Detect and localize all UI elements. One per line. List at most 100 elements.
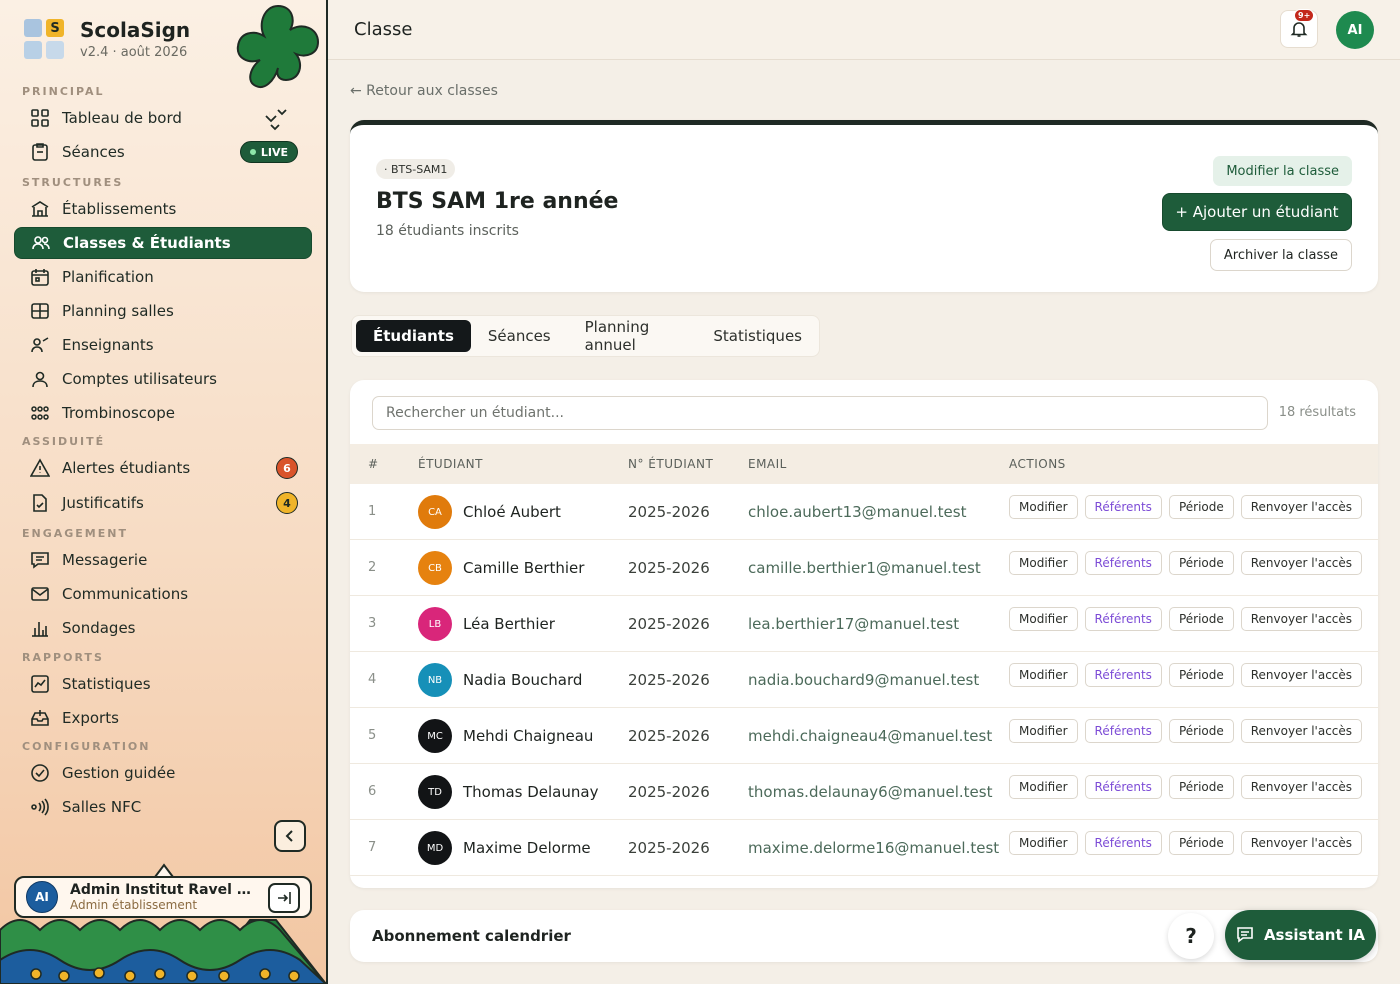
student-name[interactable]: Léa Berthier bbox=[463, 615, 555, 633]
nav-statistiques[interactable]: Statistiques bbox=[14, 668, 312, 700]
student-name[interactable]: Maxime Delorme bbox=[463, 839, 591, 857]
referents-button[interactable]: Référents bbox=[1084, 831, 1162, 855]
nav-salles-nfc[interactable]: Salles NFC bbox=[14, 791, 312, 823]
edit-student-button[interactable]: Modifier bbox=[1009, 719, 1078, 743]
table-row: 2 CB Camille Berthier 2025-2026 camille.… bbox=[350, 540, 1378, 596]
col-number: # bbox=[368, 457, 379, 471]
period-button[interactable]: Période bbox=[1168, 663, 1234, 687]
tab-etudiants[interactable]: Étudiants bbox=[356, 320, 471, 352]
notification-count-badge: 9+ bbox=[1294, 9, 1315, 22]
back-to-classes-link[interactable]: ← Retour aux classes bbox=[350, 83, 498, 99]
row-actions: Modifier Référents Période Renvoyer l'ac… bbox=[1009, 775, 1369, 799]
period-button[interactable]: Période bbox=[1168, 775, 1234, 799]
resend-access-button[interactable]: Renvoyer l'accès bbox=[1240, 663, 1363, 687]
building-icon bbox=[30, 199, 50, 219]
tab-planning-annuel[interactable]: Planning annuel bbox=[568, 318, 697, 354]
nav-messagerie[interactable]: Messagerie bbox=[14, 544, 312, 576]
nav-justificatifs[interactable]: Justificatifs 4 bbox=[14, 487, 312, 519]
period-button[interactable]: Période bbox=[1168, 831, 1234, 855]
period-button[interactable]: Période bbox=[1168, 551, 1234, 575]
class-code-badge: · BTS-SAM1 bbox=[376, 159, 456, 179]
alert-count-badge: 6 bbox=[276, 457, 298, 479]
col-student[interactable]: ÉTUDIANT bbox=[418, 457, 483, 471]
nav-label: Communications bbox=[62, 585, 189, 603]
student-name[interactable]: Camille Berthier bbox=[463, 559, 584, 577]
referents-button[interactable]: Référents bbox=[1084, 495, 1162, 519]
nav-comptes-utilisateurs[interactable]: Comptes utilisateurs bbox=[14, 363, 312, 395]
nav-classes-etudiants[interactable]: Classes & Étudiants bbox=[14, 227, 312, 259]
period-button[interactable]: Période bbox=[1168, 719, 1234, 743]
nav-alertes-etudiants[interactable]: Alertes étudiants 6 bbox=[14, 452, 312, 484]
nav-label: Messagerie bbox=[62, 551, 148, 569]
row-number: 4 bbox=[368, 672, 377, 687]
sidebar-divider bbox=[326, 0, 328, 984]
resend-access-button[interactable]: Renvoyer l'accès bbox=[1240, 495, 1363, 519]
resend-access-button[interactable]: Renvoyer l'accès bbox=[1240, 831, 1363, 855]
nav-etablissements[interactable]: Établissements bbox=[14, 193, 312, 225]
referents-button[interactable]: Référents bbox=[1084, 719, 1162, 743]
nav-trombinoscope[interactable]: Trombinoscope bbox=[14, 397, 312, 429]
search-input[interactable] bbox=[372, 396, 1268, 430]
period-button[interactable]: Période bbox=[1168, 495, 1234, 519]
logout-button[interactable] bbox=[268, 883, 300, 913]
resend-access-button[interactable]: Renvoyer l'accès bbox=[1240, 775, 1363, 799]
resend-access-button[interactable]: Renvoyer l'accès bbox=[1240, 607, 1363, 631]
nav-planification[interactable]: Planification bbox=[14, 261, 312, 293]
row-number: 6 bbox=[368, 784, 377, 799]
edit-class-button[interactable]: Modifier la classe bbox=[1213, 156, 1352, 186]
edit-student-button[interactable]: Modifier bbox=[1009, 775, 1078, 799]
tab-statistiques[interactable]: Statistiques bbox=[696, 320, 819, 352]
line-chart-icon bbox=[30, 674, 50, 694]
chevron-double-down-icon[interactable] bbox=[262, 108, 290, 134]
class-header-card: · BTS-SAM1 BTS SAM 1re année 18 étudiant… bbox=[350, 120, 1378, 292]
edit-student-button[interactable]: Modifier bbox=[1009, 607, 1078, 631]
user-icon bbox=[30, 369, 50, 389]
student-id: 2025-2026 bbox=[628, 671, 710, 689]
referents-button[interactable]: Référents bbox=[1084, 607, 1162, 631]
resend-access-button[interactable]: Renvoyer l'accès bbox=[1240, 719, 1363, 743]
period-button[interactable]: Période bbox=[1168, 607, 1234, 631]
student-name[interactable]: Nadia Bouchard bbox=[463, 671, 582, 689]
user-card[interactable]: AI Admin Institut Ravel For... Admin éta… bbox=[14, 876, 312, 918]
calendar-subscription-title: Abonnement calendrier bbox=[372, 927, 571, 945]
edit-student-button[interactable]: Modifier bbox=[1009, 663, 1078, 687]
assistant-ia-button[interactable]: Assistant IA bbox=[1225, 910, 1376, 960]
nav-label: Trombinoscope bbox=[62, 404, 175, 422]
archive-class-button[interactable]: Archiver la classe bbox=[1209, 239, 1352, 271]
add-student-button[interactable]: + Ajouter un étudiant bbox=[1162, 193, 1352, 231]
nav-sondages[interactable]: Sondages bbox=[14, 612, 312, 644]
student-name[interactable]: Chloé Aubert bbox=[463, 503, 561, 521]
student-name[interactable]: Thomas Delaunay bbox=[463, 783, 598, 801]
help-button[interactable]: ? bbox=[1168, 913, 1214, 959]
referents-button[interactable]: Référents bbox=[1084, 775, 1162, 799]
referents-button[interactable]: Référents bbox=[1084, 663, 1162, 687]
section-engagement: ENGAGEMENT bbox=[22, 527, 128, 540]
nav-planning-salles[interactable]: Planning salles bbox=[14, 295, 312, 327]
nav-communications[interactable]: Communications bbox=[14, 578, 312, 610]
edit-student-button[interactable]: Modifier bbox=[1009, 551, 1078, 575]
nav-gestion-guidee[interactable]: Gestion guidée bbox=[14, 757, 312, 789]
student-name[interactable]: Mehdi Chaigneau bbox=[463, 727, 593, 745]
collapse-sidebar-button[interactable] bbox=[274, 820, 306, 852]
nav-exports[interactable]: Exports bbox=[14, 702, 312, 734]
brand[interactable]: S ScolaSign v2.4 · août 2026 bbox=[24, 18, 190, 60]
referents-button[interactable]: Référents bbox=[1084, 551, 1162, 575]
edit-student-button[interactable]: Modifier bbox=[1009, 495, 1078, 519]
student-email: nadia.bouchard9@manuel.test bbox=[748, 671, 980, 689]
edit-student-button[interactable]: Modifier bbox=[1009, 831, 1078, 855]
col-student-id[interactable]: N° ÉTUDIANT bbox=[628, 457, 713, 471]
row-actions: Modifier Référents Période Renvoyer l'ac… bbox=[1009, 495, 1369, 519]
col-email[interactable]: EMAIL bbox=[748, 457, 787, 471]
avatar: TD bbox=[418, 775, 452, 809]
nav-enseignants[interactable]: Enseignants bbox=[14, 329, 312, 361]
calendar-icon bbox=[30, 267, 50, 287]
nav-label: Justificatifs bbox=[62, 494, 144, 512]
nav-seances[interactable]: Séances LIVE bbox=[14, 136, 312, 168]
check-circle-icon bbox=[30, 763, 50, 783]
resend-access-button[interactable]: Renvoyer l'accès bbox=[1240, 551, 1363, 575]
student-id: 2025-2026 bbox=[628, 559, 710, 577]
avatar[interactable]: AI bbox=[1336, 11, 1374, 49]
tab-seances[interactable]: Séances bbox=[471, 320, 568, 352]
row-number: 3 bbox=[368, 616, 377, 631]
calendar-subscription-card[interactable]: Abonnement calendrier bbox=[350, 910, 1378, 962]
